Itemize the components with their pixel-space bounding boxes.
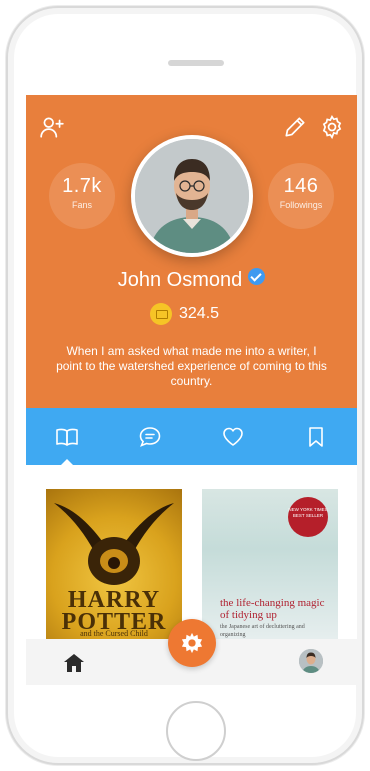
followings-stat[interactable]: 146 Followings xyxy=(268,163,334,229)
book-icon xyxy=(56,428,79,446)
gear-icon xyxy=(181,632,203,654)
profile-header: 1.7k Fans 146 Followings John Osmond 324… xyxy=(26,95,357,408)
bestseller-badge: NEW YORK TIMES BEST SELLER xyxy=(288,497,328,537)
book-title: the life-changing magic of tidying up xyxy=(220,597,325,621)
followings-count: 146 xyxy=(283,175,319,197)
phone-home-button[interactable] xyxy=(166,701,226,761)
add-user-icon[interactable] xyxy=(39,114,65,140)
fans-label: Fans xyxy=(71,200,92,210)
content-tabbar xyxy=(26,408,357,465)
settings-icon[interactable] xyxy=(319,114,345,140)
book-title: HARRY POTTER xyxy=(46,587,182,634)
chat-icon xyxy=(139,426,161,447)
book-cover-tidying-up[interactable]: NEW YORK TIMES BEST SELLER the life-chan… xyxy=(202,489,338,639)
fans-stat[interactable]: 1.7k Fans xyxy=(49,163,115,229)
book-title-line1: HARRY xyxy=(67,587,161,613)
edit-icon[interactable] xyxy=(282,114,308,140)
tab-bookmarks[interactable] xyxy=(274,408,357,465)
profile-avatar xyxy=(135,139,249,253)
phone-speaker xyxy=(168,60,224,66)
app-screen: 1.7k Fans 146 Followings John Osmond 324… xyxy=(26,95,357,685)
tab-books[interactable] xyxy=(26,408,109,465)
coin-balance: 324.5 xyxy=(150,302,219,326)
profile-bio: When I am asked what made me into a writ… xyxy=(56,344,327,388)
tab-likes[interactable] xyxy=(192,408,275,465)
profile-avatar-ring[interactable] xyxy=(131,135,253,257)
profile-avatar-nav[interactable] xyxy=(299,649,323,673)
verified-icon xyxy=(248,268,266,285)
coin-amount: 324.5 xyxy=(179,305,220,322)
book-list: HARRY POTTER and the Cursed Child NEW YO… xyxy=(26,465,357,639)
bookmark-icon xyxy=(308,426,323,447)
book-subtitle: and the Cursed Child xyxy=(80,629,148,638)
fans-count: 1.7k xyxy=(62,175,102,197)
bottom-navigation xyxy=(26,619,357,685)
home-icon[interactable] xyxy=(62,651,86,675)
profile-name: John Osmond xyxy=(117,269,243,291)
profile-name-row: John Osmond xyxy=(26,268,357,292)
book-subtitle: the Japanese art of decluttering and org… xyxy=(220,624,305,638)
followings-label: Followings xyxy=(279,200,323,210)
coin-icon xyxy=(150,303,172,325)
book-cover-harry-potter[interactable]: HARRY POTTER and the Cursed Child xyxy=(46,489,182,639)
heart-icon xyxy=(223,427,243,446)
center-action-button[interactable] xyxy=(168,619,216,667)
tab-comments[interactable] xyxy=(109,408,192,465)
